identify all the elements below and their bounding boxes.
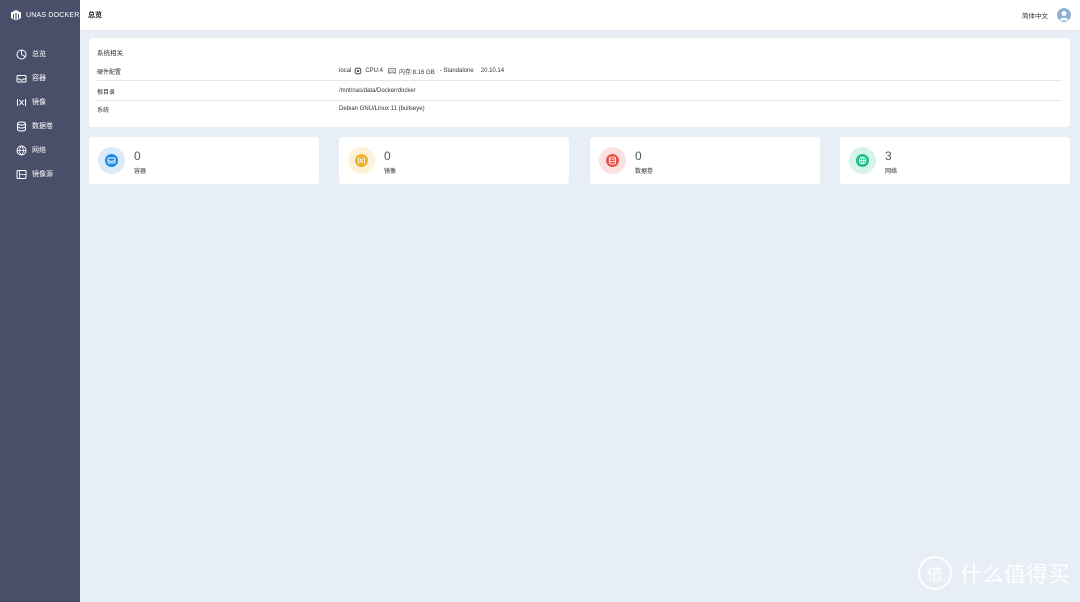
stat-card-networks[interactable]: 3 网络: [840, 137, 1070, 184]
stat-label: 容器: [134, 169, 147, 175]
image-icon: [355, 154, 368, 167]
memory-size: 内存:8.16 GB: [399, 69, 435, 76]
watermark-text: 什么值得买: [959, 562, 1070, 587]
cpu-count: CPU:4: [365, 68, 384, 74]
sidebar-item-label: 网络: [32, 147, 46, 154]
swarm-mode: - Standalone: [439, 68, 474, 74]
docker-version: 20.10.14: [480, 68, 505, 74]
stat-icon-bg: [599, 147, 626, 174]
stat-label: 网络: [885, 169, 898, 175]
top-bar: 总览 简体中文: [80, 0, 1080, 31]
system-info-panel: 系统相关 硬件配置 local CPU:4 内存:8.16 GB - Stand…: [89, 38, 1070, 127]
watermark: 值 什么值得买: [917, 556, 1070, 590]
stat-card-volumes[interactable]: 0 数据卷: [590, 137, 820, 184]
sidebar-item-label: 镜像源: [32, 171, 53, 178]
language-switcher[interactable]: 简体中文: [1022, 10, 1048, 20]
dashboard-icon: [16, 49, 27, 60]
sidebar-item-registry[interactable]: 镜像源: [0, 162, 80, 186]
watermark-logo: 值: [917, 556, 952, 590]
stat-label: 镜像: [384, 169, 397, 175]
network-icon: [856, 154, 869, 167]
sidebar-item-label: 总览: [32, 51, 46, 58]
stat-card-images[interactable]: 0 镜像: [339, 137, 569, 184]
stat-label: 数据卷: [635, 169, 654, 175]
network-icon: [16, 145, 27, 156]
brand-name: UNAS DOCKER: [26, 11, 80, 19]
host-name: local: [339, 68, 352, 74]
sidebar-item-label: 数据卷: [32, 123, 53, 130]
stat-value: 3: [885, 149, 892, 163]
container-icon: [16, 73, 27, 84]
stat-value: 0: [384, 149, 391, 163]
volume-icon: [16, 121, 27, 132]
hardware-value: local CPU:4 内存:8.16 GB - Standalone 20.1…: [339, 67, 504, 76]
root-dir-value: /mnt/nas/data/Docker/docker: [339, 88, 416, 94]
memory-icon: [388, 67, 396, 75]
volume-icon: [606, 154, 619, 167]
image-icon: [16, 97, 27, 108]
hardware-row: 硬件配置 local CPU:4 内存:8.16 GB - Standalone…: [97, 62, 1062, 81]
stat-icon-bg: [348, 147, 375, 174]
brand[interactable]: UNAS DOCKER: [0, 0, 80, 30]
page-title: 总览: [88, 12, 102, 19]
stat-value: 0: [635, 149, 642, 163]
sidebar-item-containers[interactable]: 容器: [0, 66, 80, 90]
docker-logo-icon: [10, 9, 22, 21]
section-title: 系统相关: [97, 50, 123, 57]
sidebar-item-images[interactable]: 镜像: [0, 90, 80, 114]
hardware-label: 硬件配置: [97, 69, 122, 76]
root-dir-label: 根目录: [97, 89, 116, 96]
os-row: 系统 Debian GNU/Linux 11 (bullseye): [97, 100, 1062, 118]
avatar[interactable]: [1057, 8, 1071, 22]
sidebar-item-overview[interactable]: 总览: [0, 42, 80, 66]
os-label: 系统: [97, 107, 110, 114]
cpu-icon: [354, 67, 363, 75]
stat-icon-bg: [98, 147, 125, 174]
stat-card-containers[interactable]: 0 容器: [89, 137, 319, 184]
sidebar: UNAS DOCKER 总览 容器 镜像 数据卷 网络 镜像源: [0, 0, 80, 602]
sidebar-nav: 总览 容器 镜像 数据卷 网络 镜像源: [0, 42, 80, 186]
registry-icon: [16, 169, 27, 180]
sidebar-item-label: 镜像: [32, 99, 46, 106]
os-value: Debian GNU/Linux 11 (bullseye): [339, 106, 425, 112]
container-icon: [105, 154, 118, 167]
stat-icon-bg: [849, 147, 876, 174]
sidebar-item-label: 容器: [32, 75, 46, 82]
sidebar-item-networks[interactable]: 网络: [0, 138, 80, 162]
stat-value: 0: [134, 149, 141, 163]
root-dir-row: 根目录 /mnt/nas/data/Docker/docker: [97, 82, 1062, 101]
sidebar-item-volumes[interactable]: 数据卷: [0, 114, 80, 138]
